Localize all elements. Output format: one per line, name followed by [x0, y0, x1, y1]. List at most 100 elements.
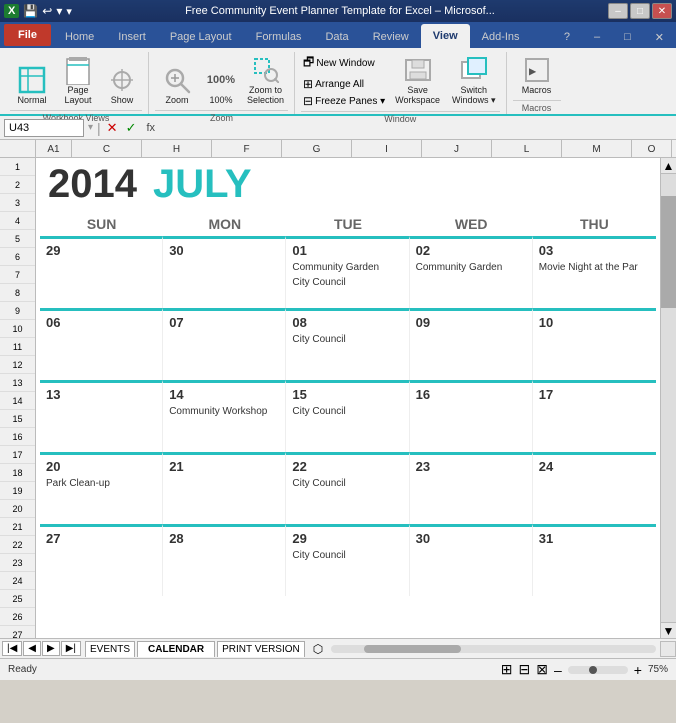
zoom-in-btn[interactable]: + [634, 662, 642, 678]
new-window-btn[interactable]: 🗗 New Window [301, 52, 387, 75]
calendar-cell[interactable]: 08City Council [286, 308, 409, 380]
undo-qa-btn[interactable]: ↩ [42, 4, 52, 18]
show-btn[interactable]: Show [102, 62, 142, 108]
calendar-cell[interactable]: 07 [163, 308, 286, 380]
zoom-level[interactable]: 75% [648, 664, 668, 675]
calendar-cell[interactable]: 17 [533, 380, 656, 452]
col-header-I[interactable]: I [352, 140, 422, 158]
zoom-slider-thumb[interactable] [589, 666, 597, 674]
sheet-nav-first[interactable]: |◀ [2, 641, 22, 656]
page-layout-view-icon [62, 54, 94, 86]
col-header-M[interactable]: M [562, 140, 632, 158]
minimize-btn[interactable]: – [608, 3, 628, 19]
macros-btn[interactable]: ▶ Macros [515, 52, 559, 98]
calendar-cell[interactable]: 20Park Clean-up [40, 452, 163, 524]
ribbon-group-window: 🗗 New Window ⊞ Arrange All ⊟ Freeze Pane… [295, 52, 507, 114]
tab-review[interactable]: Review [361, 26, 421, 48]
freeze-panes-btn[interactable]: ⊟ Freeze Panes ▾ [301, 93, 387, 109]
calendar-cell[interactable]: 14Community Workshop [163, 380, 286, 452]
zoom-100-btn[interactable]: 100% 100% [201, 62, 241, 108]
calendar-cell[interactable]: 29 [40, 236, 163, 308]
ribbon-min-btn[interactable]: – [582, 26, 612, 48]
col-header-F[interactable]: F [212, 140, 282, 158]
tab-help[interactable]: ? [552, 26, 582, 48]
name-box[interactable] [4, 119, 84, 137]
cancel-formula-btn[interactable]: ✕ [105, 120, 120, 136]
calendar-cell[interactable]: 21 [163, 452, 286, 524]
calendar-cell[interactable]: 01Community GardenCity Council [286, 236, 409, 308]
normal-view-btn[interactable]: Normal [10, 62, 54, 108]
col-header-A[interactable]: A1 [36, 140, 72, 158]
page-layout-view-btn[interactable]: PageLayout [56, 52, 100, 108]
page-layout-mode-btn[interactable]: ⊟ [519, 661, 531, 678]
calendar-cell[interactable]: 10 [533, 308, 656, 380]
tab-home[interactable]: Home [53, 26, 106, 48]
save-workspace-btn[interactable]: SaveWorkspace [391, 52, 444, 108]
confirm-formula-btn[interactable]: ✓ [124, 120, 139, 136]
tab-file[interactable]: File [4, 24, 51, 46]
sheet-nav-next[interactable]: ▶ [42, 641, 60, 656]
calendar-cell[interactable]: 06 [40, 308, 163, 380]
ribbon-close-btn[interactable]: ✕ [643, 26, 676, 48]
h-scroll-track[interactable] [331, 645, 656, 653]
tab-print-version[interactable]: PRINT VERSION [217, 641, 305, 657]
save-qa-btn[interactable]: 💾 [23, 4, 38, 18]
scroll-thumb[interactable] [661, 196, 676, 308]
calendar-cell[interactable]: 30 [410, 524, 533, 596]
zoom-selection-btn[interactable]: Zoom toSelection [243, 52, 288, 108]
tab-insert[interactable]: Insert [106, 26, 158, 48]
sheet-nav-prev[interactable]: ◀ [23, 641, 41, 656]
cal-cell-date: 09 [416, 315, 526, 330]
cal-event: Park Clean-up [46, 476, 156, 491]
switch-windows-btn[interactable]: SwitchWindows ▾ [448, 52, 500, 108]
page-break-mode-btn[interactable]: ⊠ [536, 661, 548, 678]
calendar-cell[interactable]: 15City Council [286, 380, 409, 452]
tab-data[interactable]: Data [313, 26, 360, 48]
insert-function-btn[interactable]: fx [142, 122, 159, 134]
col-header-G[interactable]: G [282, 140, 352, 158]
col-header-L[interactable]: L [492, 140, 562, 158]
vertical-scrollbar[interactable]: ▲ ▼ [660, 158, 676, 638]
h-scroll-thumb[interactable] [364, 645, 461, 653]
normal-mode-btn[interactable]: ⊞ [501, 661, 513, 678]
zoom-btn[interactable]: Zoom [155, 62, 199, 108]
col-header-H[interactable]: H [142, 140, 212, 158]
zoom-slider[interactable] [568, 666, 628, 674]
calendar-cell[interactable]: 27 [40, 524, 163, 596]
calendar-cell[interactable]: 22City Council [286, 452, 409, 524]
calendar-cell[interactable]: 30 [163, 236, 286, 308]
zoom-selection-label: Zoom toSelection [247, 86, 284, 106]
formula-input[interactable] [163, 122, 672, 134]
col-header-J[interactable]: J [422, 140, 492, 158]
tab-addins[interactable]: Add-Ins [470, 26, 532, 48]
tab-calendar[interactable]: CALENDAR [137, 641, 215, 657]
maximize-btn[interactable]: □ [630, 3, 650, 19]
scroll-down-btn[interactable]: ▼ [661, 622, 676, 638]
calendar-cell[interactable]: 03Movie Night at the Par [533, 236, 656, 308]
scroll-up-btn[interactable]: ▲ [661, 158, 676, 174]
close-btn[interactable]: ✕ [652, 3, 672, 19]
col-header-O[interactable]: O [632, 140, 672, 158]
calendar-cell[interactable]: 09 [410, 308, 533, 380]
ribbon-max-btn[interactable]: □ [612, 26, 643, 48]
tab-view[interactable]: View [421, 24, 470, 48]
calendar-cell[interactable]: 13 [40, 380, 163, 452]
calendar-cell[interactable]: 02Community Garden [410, 236, 533, 308]
tab-page-layout[interactable]: Page Layout [158, 26, 244, 48]
arrange-all-btn[interactable]: ⊞ Arrange All [301, 76, 387, 92]
calendar-cell[interactable]: 31 [533, 524, 656, 596]
zoom-out-btn[interactable]: – [554, 662, 562, 678]
calendar-cell[interactable]: 24 [533, 452, 656, 524]
calendar-cell[interactable]: 29City Council [286, 524, 409, 596]
calendar-cell[interactable]: 23 [410, 452, 533, 524]
tab-formulas[interactable]: Formulas [244, 26, 314, 48]
calendar-cell[interactable]: 16 [410, 380, 533, 452]
col-header-C[interactable]: C [72, 140, 142, 158]
sheet-nav-last[interactable]: ▶| [61, 641, 81, 656]
formula-expand-btn[interactable]: ▾ [88, 122, 93, 133]
row-header-20: 20 [0, 500, 35, 518]
redo-qa-btn[interactable]: ▾ [56, 4, 62, 18]
tab-events[interactable]: EVENTS [85, 641, 135, 657]
calendar-cell[interactable]: 28 [163, 524, 286, 596]
add-sheet-btn[interactable]: ⬡ [309, 640, 327, 658]
